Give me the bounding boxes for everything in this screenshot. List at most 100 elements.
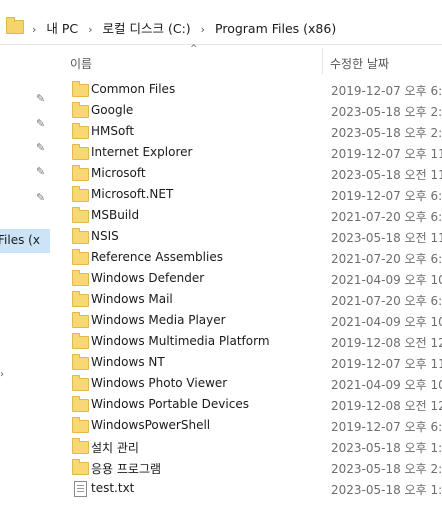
chevron-right-icon: › [88,23,93,36]
file-name: test.txt [91,481,135,495]
folder-icon [72,123,89,139]
folder-icon [72,81,89,97]
file-name: Internet Explorer [91,145,193,159]
file-date: 2023-05-18 오후 1:3 [331,441,442,455]
folder-icon [72,396,89,412]
file-date: 2023-05-18 오후 2:4 [331,105,442,119]
file-name: Microsoft.NET [91,187,174,201]
file-name: NSIS [91,229,119,243]
file-name: Windows Photo Viewer [91,376,228,390]
file-row[interactable]: Windows Multimedia Platform 2019-12-08 오전… [66,332,442,353]
file-date: 2023-05-18 오후 1:3 [331,483,442,497]
folder-icon [72,438,89,454]
file-name: Windows Defender [91,271,205,285]
file-name: Windows Mail [91,292,173,306]
file-row[interactable]: NSIS 2023-05-18 오전 11 [66,227,442,248]
folder-icon [72,102,89,118]
folder-icon [72,291,89,307]
file-name: Reference Assemblies [91,250,223,264]
file-row[interactable]: MSBuild 2021-07-20 오후 6:2 [66,206,442,227]
file-row[interactable]: Reference Assemblies 2021-07-20 오후 6:2 [66,248,442,269]
file-date: 2019-12-07 오후 6:3 [331,420,442,434]
file-date: 2023-05-18 오전 11 [331,168,442,182]
folder-icon [72,270,89,286]
crumb-my-pc[interactable]: 내 PC [46,18,78,37]
file-date: 2021-04-09 오후 10 [331,273,442,287]
address-bar[interactable]: › 내 PC › 로컬 디스크 (C:) › Program Files (x8… [0,0,442,45]
file-row[interactable]: Windows Media Player 2021-04-09 오후 10 [66,311,442,332]
file-row[interactable]: Internet Explorer 2019-12-07 오후 11 [66,143,442,164]
folder-icon [72,354,89,370]
file-row[interactable]: Windows Photo Viewer 2021-04-09 오후 10 [66,374,442,395]
pin-icon[interactable]: ✎ [36,166,45,177]
file-row[interactable]: 설치 관리 2023-05-18 오후 1:3 [66,437,442,458]
file-name: 응용 프로그램 [91,462,162,476]
navigation-pane: ✎ ✎ ✎ ✎ Files (x ✎ › [0,44,50,514]
file-name: Windows Media Player [91,313,226,327]
chevron-right-icon: › [200,23,206,36]
folder-icon [72,165,89,181]
pin-icon[interactable]: ✎ [36,93,45,104]
file-row[interactable]: Microsoft.NET 2019-12-07 오후 6:3 [66,185,442,206]
breadcrumb: › 내 PC › 로컬 디스크 (C:) › Program Files (x8… [26,18,336,37]
file-name: Common Files [91,82,176,96]
file-date: 2019-12-07 오후 6:3 [331,84,442,98]
file-name: MSBuild [91,208,140,222]
file-row[interactable]: Common Files 2019-12-07 오후 6:3 [66,80,442,101]
file-row[interactable]: WindowsPowerShell 2019-12-07 오후 6:3 [66,416,442,437]
folder-icon [72,144,89,160]
column-header-name[interactable]: 이름 [70,55,92,72]
column-header-date[interactable]: 수정한 날짜 [330,55,389,72]
folder-icon [72,459,89,475]
file-date: 2021-04-09 오후 10 [331,378,442,392]
folder-icon [6,17,24,34]
file-name: WindowsPowerShell [91,418,211,432]
folder-icon [72,312,89,328]
file-date: 2021-07-20 오후 6:5 [331,294,442,308]
file-date: 2019-12-07 오후 6:3 [331,189,442,203]
file-name: Windows NT [91,355,165,369]
file-row[interactable]: Windows Portable Devices 2019-12-08 오전 12 [66,395,442,416]
file-row[interactable]: Windows Defender 2021-04-09 오후 10 [66,269,442,290]
file-row[interactable]: Windows NT 2019-12-07 오후 11 [66,353,442,374]
folder-icon [72,186,89,202]
file-date: 2019-12-08 오전 12 [331,336,442,350]
expand-icon[interactable]: › [0,369,4,380]
file-name: Google [91,103,134,117]
file-date: 2023-05-18 오후 2:2 [331,462,442,476]
folder-icon [72,249,89,265]
column-header-row: 이름 수정한 날짜 [66,48,442,74]
file-row[interactable]: Google 2023-05-18 오후 2:4 [66,101,442,122]
chevron-right-icon: › [32,23,37,36]
column-divider[interactable] [322,48,323,74]
file-row[interactable]: HMSoft 2023-05-18 오후 2:3 [66,122,442,143]
file-row[interactable]: Microsoft 2023-05-18 오전 11 [66,164,442,185]
pin-icon[interactable]: ✎ [36,192,45,203]
crumb-program-files[interactable]: Program Files (x86) [215,21,336,36]
file-row[interactable]: 응용 프로그램 2023-05-18 오후 2:2 [66,458,442,479]
text-file-icon [74,481,87,497]
nav-item-label[interactable]: Files (x [0,233,40,247]
file-date: 2019-12-07 오후 11 [331,357,442,371]
file-name: Microsoft [91,166,146,180]
file-date: 2021-07-20 오후 6:2 [331,252,442,266]
file-date: 2019-12-08 오전 12 [331,399,442,413]
file-name: Windows Portable Devices [91,397,249,411]
file-date: 2021-07-20 오후 6:2 [331,210,442,224]
folder-icon [72,228,89,244]
file-date: 2023-05-18 오전 11 [331,231,442,245]
folder-icon [72,207,89,223]
crumb-local-disk[interactable]: 로컬 디스크 (C:) [103,18,191,37]
pin-icon[interactable]: ✎ [36,118,45,129]
folder-icon [72,375,89,391]
file-row[interactable]: test.txt 2023-05-18 오후 1:3 [66,479,442,500]
file-name: Windows Multimedia Platform [91,334,270,348]
file-row[interactable]: Windows Mail 2021-07-20 오후 6:5 [66,290,442,311]
pin-icon[interactable]: ✎ [36,142,45,153]
file-date: 2023-05-18 오후 2:3 [331,126,442,140]
folder-icon [72,417,89,433]
file-name: HMSoft [91,124,135,138]
file-name: 설치 관리 [91,441,139,455]
file-list: Common Files 2019-12-07 오후 6:3 Google 2023-… [66,80,442,500]
file-date: 2019-12-07 오후 11 [331,147,442,161]
